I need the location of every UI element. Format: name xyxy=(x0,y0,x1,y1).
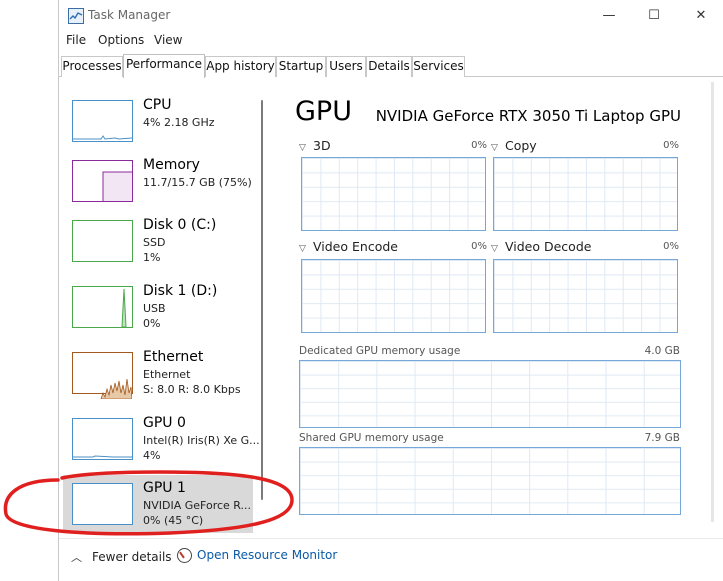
sidebar-item-title: GPU 0 xyxy=(143,415,186,431)
maximize-icon[interactable]: ☐ xyxy=(644,6,664,26)
sidebar-item-title: Disk 0 (C:) xyxy=(143,217,217,233)
gpu-1-thumbnail-graph xyxy=(72,483,133,525)
sidebar-item-gpu-1[interactable]: GPU 1 NVIDIA GeForce R... 0% (45 °C) xyxy=(63,475,253,533)
fewer-details-label: Fewer details xyxy=(92,550,172,564)
sidebar-item-detail: 4% xyxy=(143,449,161,462)
tab-bar: Processes Performance App history Startu… xyxy=(59,54,723,78)
engine-video-decode-graph xyxy=(493,259,678,333)
dedicated-memory-max: 4.0 GB xyxy=(644,345,680,357)
ethernet-thumbnail-graph xyxy=(72,352,133,399)
tab-app-history[interactable]: App history xyxy=(205,56,276,77)
sidebar-item-detail: 0% (45 °C) xyxy=(143,514,204,527)
chevron-down-icon: ▽ xyxy=(299,143,306,153)
engine-3d-selector[interactable]: ▽ 3D xyxy=(299,138,331,153)
chevron-down-icon: ▽ xyxy=(299,244,306,254)
sidebar-item-memory[interactable]: Memory 11.7/15.7 GB (75%) xyxy=(63,152,253,216)
open-resource-monitor-link[interactable]: Open Resource Monitor xyxy=(177,548,337,563)
menu-bar: File Options View xyxy=(59,31,723,51)
details-scrollbar[interactable] xyxy=(707,82,717,522)
cpu-thumbnail-graph xyxy=(72,100,133,142)
sidebar-item-detail: Ethernet xyxy=(143,368,191,381)
tab-services[interactable]: Services xyxy=(412,56,465,77)
engine-copy-selector[interactable]: ▽ Copy xyxy=(491,138,537,153)
footer: ︿ Fewer details Open Resource Monitor xyxy=(59,538,723,581)
engine-3d-graph xyxy=(301,157,486,231)
sidebar-item-detail: 1% xyxy=(143,251,161,264)
sidebar-item-detail: SSD xyxy=(143,236,166,249)
sidebar-item-detail: S: 8.0 R: 8.0 Kbps xyxy=(143,383,241,396)
engine-video-encode-graph xyxy=(301,259,486,333)
sidebar-item-disk-0[interactable]: Disk 0 (C:) SSD 1% xyxy=(63,212,253,276)
sidebar-item-title: CPU xyxy=(143,97,172,113)
chevron-up-icon: ︿ xyxy=(71,551,82,564)
sidebar-item-detail: 4% 2.18 GHz xyxy=(143,116,215,129)
tab-processes[interactable]: Processes xyxy=(61,56,123,77)
dedicated-memory-graph xyxy=(299,360,681,428)
engine-3d-percent: 0% xyxy=(471,140,487,151)
menu-view[interactable]: View xyxy=(154,33,182,47)
shared-memory-label: Shared GPU memory usage xyxy=(299,432,444,444)
chevron-down-icon: ▽ xyxy=(491,143,498,153)
tab-startup[interactable]: Startup xyxy=(276,56,326,77)
sidebar-item-detail: 11.7/15.7 GB (75%) xyxy=(143,176,252,189)
tab-users[interactable]: Users xyxy=(326,56,366,77)
sidebar-item-title: Ethernet xyxy=(143,349,204,365)
engine-video-decode-percent: 0% xyxy=(663,241,679,252)
tab-details[interactable]: Details xyxy=(366,56,412,77)
task-manager-window: Task Manager — ☐ ✕ File Options View Pro… xyxy=(58,0,723,581)
sidebar-item-detail: 0% xyxy=(143,317,161,330)
menu-file[interactable]: File xyxy=(66,33,86,47)
task-manager-icon xyxy=(68,8,84,24)
gpu-0-thumbnail-graph xyxy=(72,418,133,460)
resource-list-scrollbar[interactable] xyxy=(259,90,265,510)
sidebar-item-ethernet[interactable]: Ethernet Ethernet S: 8.0 R: 8.0 Kbps xyxy=(63,344,253,408)
engine-copy-percent: 0% xyxy=(663,140,679,151)
gpu-model-name: NVIDIA GeForce RTX 3050 Ti Laptop GPU xyxy=(375,107,681,125)
sidebar-item-disk-1[interactable]: Disk 1 (D:) USB 0% xyxy=(63,278,253,342)
disk-1-thumbnail-graph xyxy=(72,286,133,328)
sidebar-item-title: Memory xyxy=(143,157,200,173)
scrollbar-thumb[interactable] xyxy=(261,100,263,500)
scrollbar-thumb[interactable] xyxy=(711,82,714,522)
chevron-down-icon: ▽ xyxy=(491,244,498,254)
memory-thumbnail-graph xyxy=(72,160,133,202)
dedicated-memory-label: Dedicated GPU memory usage xyxy=(299,345,461,357)
close-icon[interactable]: ✕ xyxy=(691,6,711,26)
open-resource-monitor-label: Open Resource Monitor xyxy=(197,548,338,562)
sidebar-item-detail: USB xyxy=(143,302,166,315)
sidebar-item-title: GPU 1 xyxy=(143,480,186,496)
page-title: GPU xyxy=(295,96,352,127)
menu-options[interactable]: Options xyxy=(98,33,144,47)
sidebar-item-detail: NVIDIA GeForce R... xyxy=(143,499,252,512)
sidebar-item-detail: Intel(R) Iris(R) Xe G... xyxy=(143,434,260,447)
minimize-icon[interactable]: — xyxy=(599,6,619,26)
fewer-details-button[interactable]: ︿ Fewer details xyxy=(71,549,172,565)
engine-label: Video Encode xyxy=(313,239,398,254)
shared-memory-graph xyxy=(299,447,681,515)
disk-0-thumbnail-graph xyxy=(72,220,133,262)
engine-label: Copy xyxy=(505,138,537,153)
engine-video-encode-percent: 0% xyxy=(471,241,487,252)
title-bar: Task Manager — ☐ ✕ xyxy=(59,0,723,31)
shared-memory-max: 7.9 GB xyxy=(644,432,680,444)
engine-label: 3D xyxy=(313,138,331,153)
engine-label: Video Decode xyxy=(505,239,592,254)
sidebar-item-cpu[interactable]: CPU 4% 2.18 GHz xyxy=(63,92,253,156)
engine-video-encode-selector[interactable]: ▽ Video Encode xyxy=(299,239,398,254)
sidebar-item-title: Disk 1 (D:) xyxy=(143,283,218,299)
resource-list: CPU 4% 2.18 GHz Memory 11.7/15.7 GB (75%… xyxy=(59,78,271,538)
gpu-details-pane: GPU NVIDIA GeForce RTX 3050 Ti Laptop GP… xyxy=(277,78,707,538)
engine-video-decode-selector[interactable]: ▽ Video Decode xyxy=(491,239,591,254)
engine-copy-graph xyxy=(493,157,678,231)
resource-monitor-icon xyxy=(177,548,192,563)
window-title: Task Manager xyxy=(88,8,171,22)
tab-performance[interactable]: Performance xyxy=(123,54,205,78)
sidebar-item-gpu-0[interactable]: GPU 0 Intel(R) Iris(R) Xe G... 4% xyxy=(63,410,260,474)
